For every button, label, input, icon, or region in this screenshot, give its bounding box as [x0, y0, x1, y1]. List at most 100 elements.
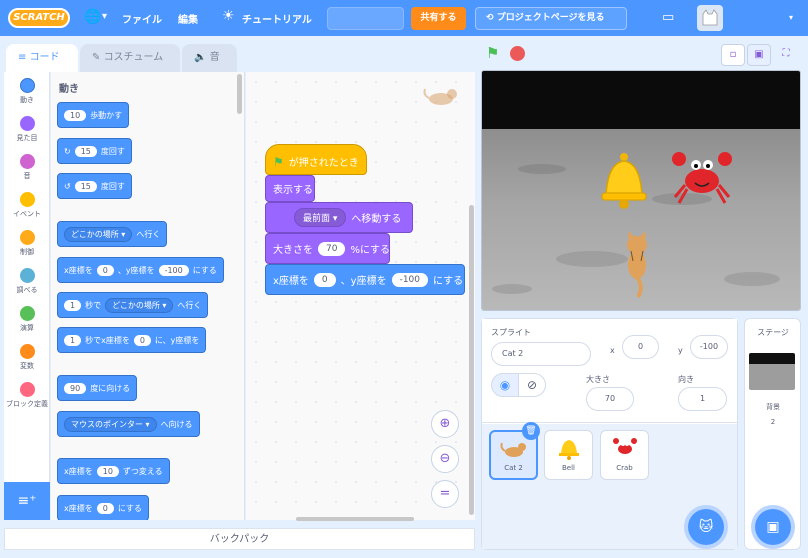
size-input[interactable]: 70	[586, 387, 634, 411]
stop-button[interactable]	[510, 46, 525, 61]
category-control[interactable]: 制御	[4, 230, 50, 257]
small-stage-icon[interactable]: ▫	[721, 44, 745, 66]
menu-edit[interactable]: 編集	[178, 11, 198, 26]
block-point-direction-value[interactable]: 90	[64, 382, 87, 394]
block-turn-right[interactable]: ↻ 15 度回す	[57, 138, 132, 164]
block-turn-left[interactable]: ↺ 15 度回す	[57, 173, 132, 199]
block-glide[interactable]: 1 秒で どこかの場所 ▾ へ行く	[57, 292, 209, 318]
category-my-blocks[interactable]: ブロック定義	[4, 382, 50, 409]
cat-sprite[interactable]	[620, 231, 654, 301]
block-goto-xy-y[interactable]: -100	[158, 264, 189, 276]
category-variables[interactable]: 変数	[4, 344, 50, 371]
sprite-name-input[interactable]: Cat 2	[491, 342, 591, 366]
block-move-steps[interactable]: 10 歩動かす	[57, 102, 130, 128]
add-backdrop-button[interactable]: ▣	[755, 509, 791, 545]
add-sprite-button[interactable]: 🐱	[688, 509, 724, 545]
scratch-logo[interactable]: SCRATCH	[8, 8, 70, 28]
menu-tutorials[interactable]: チュートリアル	[242, 11, 312, 26]
crab-sprite[interactable]	[670, 147, 734, 209]
script-goto-xy[interactable]: x座標を 0 、y座標を -100 にする	[265, 264, 465, 295]
block-change-x-value[interactable]: 10	[96, 465, 119, 477]
script-when-flag-clicked[interactable]: ⚑ が押されたとき	[265, 144, 367, 175]
zoom-in-icon[interactable]: ⊕	[431, 410, 459, 438]
category-events-dot	[19, 192, 35, 207]
script-go-to-front[interactable]: 最前面 ▾ へ移動する	[265, 202, 413, 233]
block-turn-right-value[interactable]: 15	[74, 145, 97, 157]
block-glide-dropdown[interactable]: どこかの場所 ▾	[105, 297, 174, 313]
fullscreen-icon[interactable]: ⛶	[774, 44, 798, 66]
block-glide-secs[interactable]: 1	[64, 299, 82, 311]
block-point-towards-dropdown[interactable]: マウスのポインター ▾	[64, 416, 157, 432]
block-change-x[interactable]: x座標を 10 ずつ変える	[57, 458, 170, 484]
palette-scrollbar[interactable]	[237, 74, 242, 114]
tab-code[interactable]: ≡ コード	[6, 44, 78, 72]
x-input[interactable]: 0	[622, 335, 659, 359]
script-xy-x[interactable]: 0	[313, 272, 336, 287]
category-sensing[interactable]: 調べる	[4, 268, 50, 295]
block-glide-xy-secs[interactable]: 1	[64, 334, 82, 346]
zoom-reset-icon[interactable]: =	[431, 480, 459, 508]
category-operators[interactable]: 演算	[4, 306, 50, 333]
script-front-dropdown[interactable]: 最前面 ▾	[294, 208, 347, 227]
script-vertical-scrollbar[interactable]	[469, 205, 474, 515]
share-button[interactable]: 共有する	[411, 7, 466, 30]
language-caret-icon[interactable]: ▾	[102, 11, 107, 22]
see-project-page-button[interactable]: ⟲ プロジェクトページを見る	[475, 7, 627, 30]
block-set-x[interactable]: x座標を 0 にする	[57, 495, 149, 520]
block-glide-xy-x[interactable]: 0	[133, 334, 151, 346]
block-set-x-value[interactable]: 0	[96, 502, 114, 514]
globe-icon[interactable]: 🌐	[84, 9, 101, 25]
script-show-label: 表示する	[273, 185, 313, 196]
sprite-info: スプライト Cat 2 x 0 y -100 ◉ ⊘ 大きさ 70 向き 1	[482, 319, 737, 423]
script-xy-y[interactable]: -100	[391, 272, 429, 287]
category-motion[interactable]: 動き	[4, 78, 50, 105]
script-size-value[interactable]: 70	[318, 241, 346, 256]
block-goto-xy[interactable]: x座標を 0 、y座標を -100 にする	[57, 257, 224, 283]
y-input[interactable]: -100	[690, 335, 728, 359]
tab-costumes[interactable]: ✎ コスチューム	[80, 44, 180, 72]
green-flag-button[interactable]: ⚑	[486, 44, 499, 62]
lightbulb-icon: ☀	[222, 8, 235, 24]
bell-sprite[interactable]	[598, 151, 650, 211]
normal-stage-icon[interactable]: ▣	[747, 44, 771, 66]
avatar[interactable]	[697, 5, 723, 31]
block-turn-left-value[interactable]: 15	[74, 180, 97, 192]
project-title-input[interactable]	[327, 7, 404, 30]
account-caret-icon[interactable]: ▾	[789, 13, 793, 22]
add-extension-button[interactable]: ≡⁺	[4, 482, 50, 520]
block-point-direction[interactable]: 90 度に向ける	[57, 375, 138, 401]
rotate-right-icon: ↻	[64, 146, 71, 156]
zoom-out-icon[interactable]: ⊖	[431, 445, 459, 473]
delete-sprite-icon[interactable]: 🗑	[522, 422, 540, 440]
sprite-tile-bell[interactable]: Bell	[544, 430, 593, 480]
my-stuff-folder-icon[interactable]: ▭	[662, 10, 674, 25]
block-goto-xy-x[interactable]: 0	[96, 264, 114, 276]
tab-sounds[interactable]: 🔈 音	[182, 44, 237, 72]
stage-thumbnail[interactable]	[749, 353, 795, 390]
stage-canvas[interactable]	[481, 70, 801, 311]
green-flag-icon: ⚑	[273, 154, 284, 169]
block-move-steps-value[interactable]: 10	[64, 109, 87, 121]
direction-input[interactable]: 1	[678, 387, 727, 411]
block-goto[interactable]: どこかの場所 ▾ へ行く	[57, 221, 168, 247]
block-glide-xy[interactable]: 1 秒でx座標を 0 に、y座標を	[57, 327, 207, 353]
script-front-label: へ移動する	[351, 214, 402, 225]
script-horizontal-scrollbar[interactable]	[296, 517, 414, 521]
hide-eye-icon[interactable]: ⊘	[518, 373, 546, 397]
sprite-tile-crab[interactable]: Crab	[600, 430, 649, 480]
script-set-size[interactable]: 大きさを 70 %にする	[265, 233, 390, 264]
show-eye-icon[interactable]: ◉	[491, 373, 519, 397]
backpack[interactable]: バックパック	[4, 528, 475, 550]
menu-file[interactable]: ファイル	[122, 11, 162, 26]
category-events[interactable]: イベント	[4, 192, 50, 219]
block-point-towards[interactable]: マウスのポインター ▾ へ向ける	[57, 411, 200, 437]
block-glide-xy-label-a: 秒でx座標を	[85, 335, 130, 345]
category-looks[interactable]: 見た目	[4, 116, 50, 143]
block-goto-dropdown[interactable]: どこかの場所 ▾	[64, 226, 133, 242]
block-point-towards-label: へ向ける	[160, 419, 193, 429]
script-show[interactable]: 表示する	[265, 175, 315, 202]
category-sound[interactable]: 音	[4, 154, 50, 181]
direction-label: 向き	[678, 375, 694, 384]
sprite-tile-cat-name: Cat 2	[504, 464, 523, 472]
crab-thumbnail	[612, 438, 637, 454]
